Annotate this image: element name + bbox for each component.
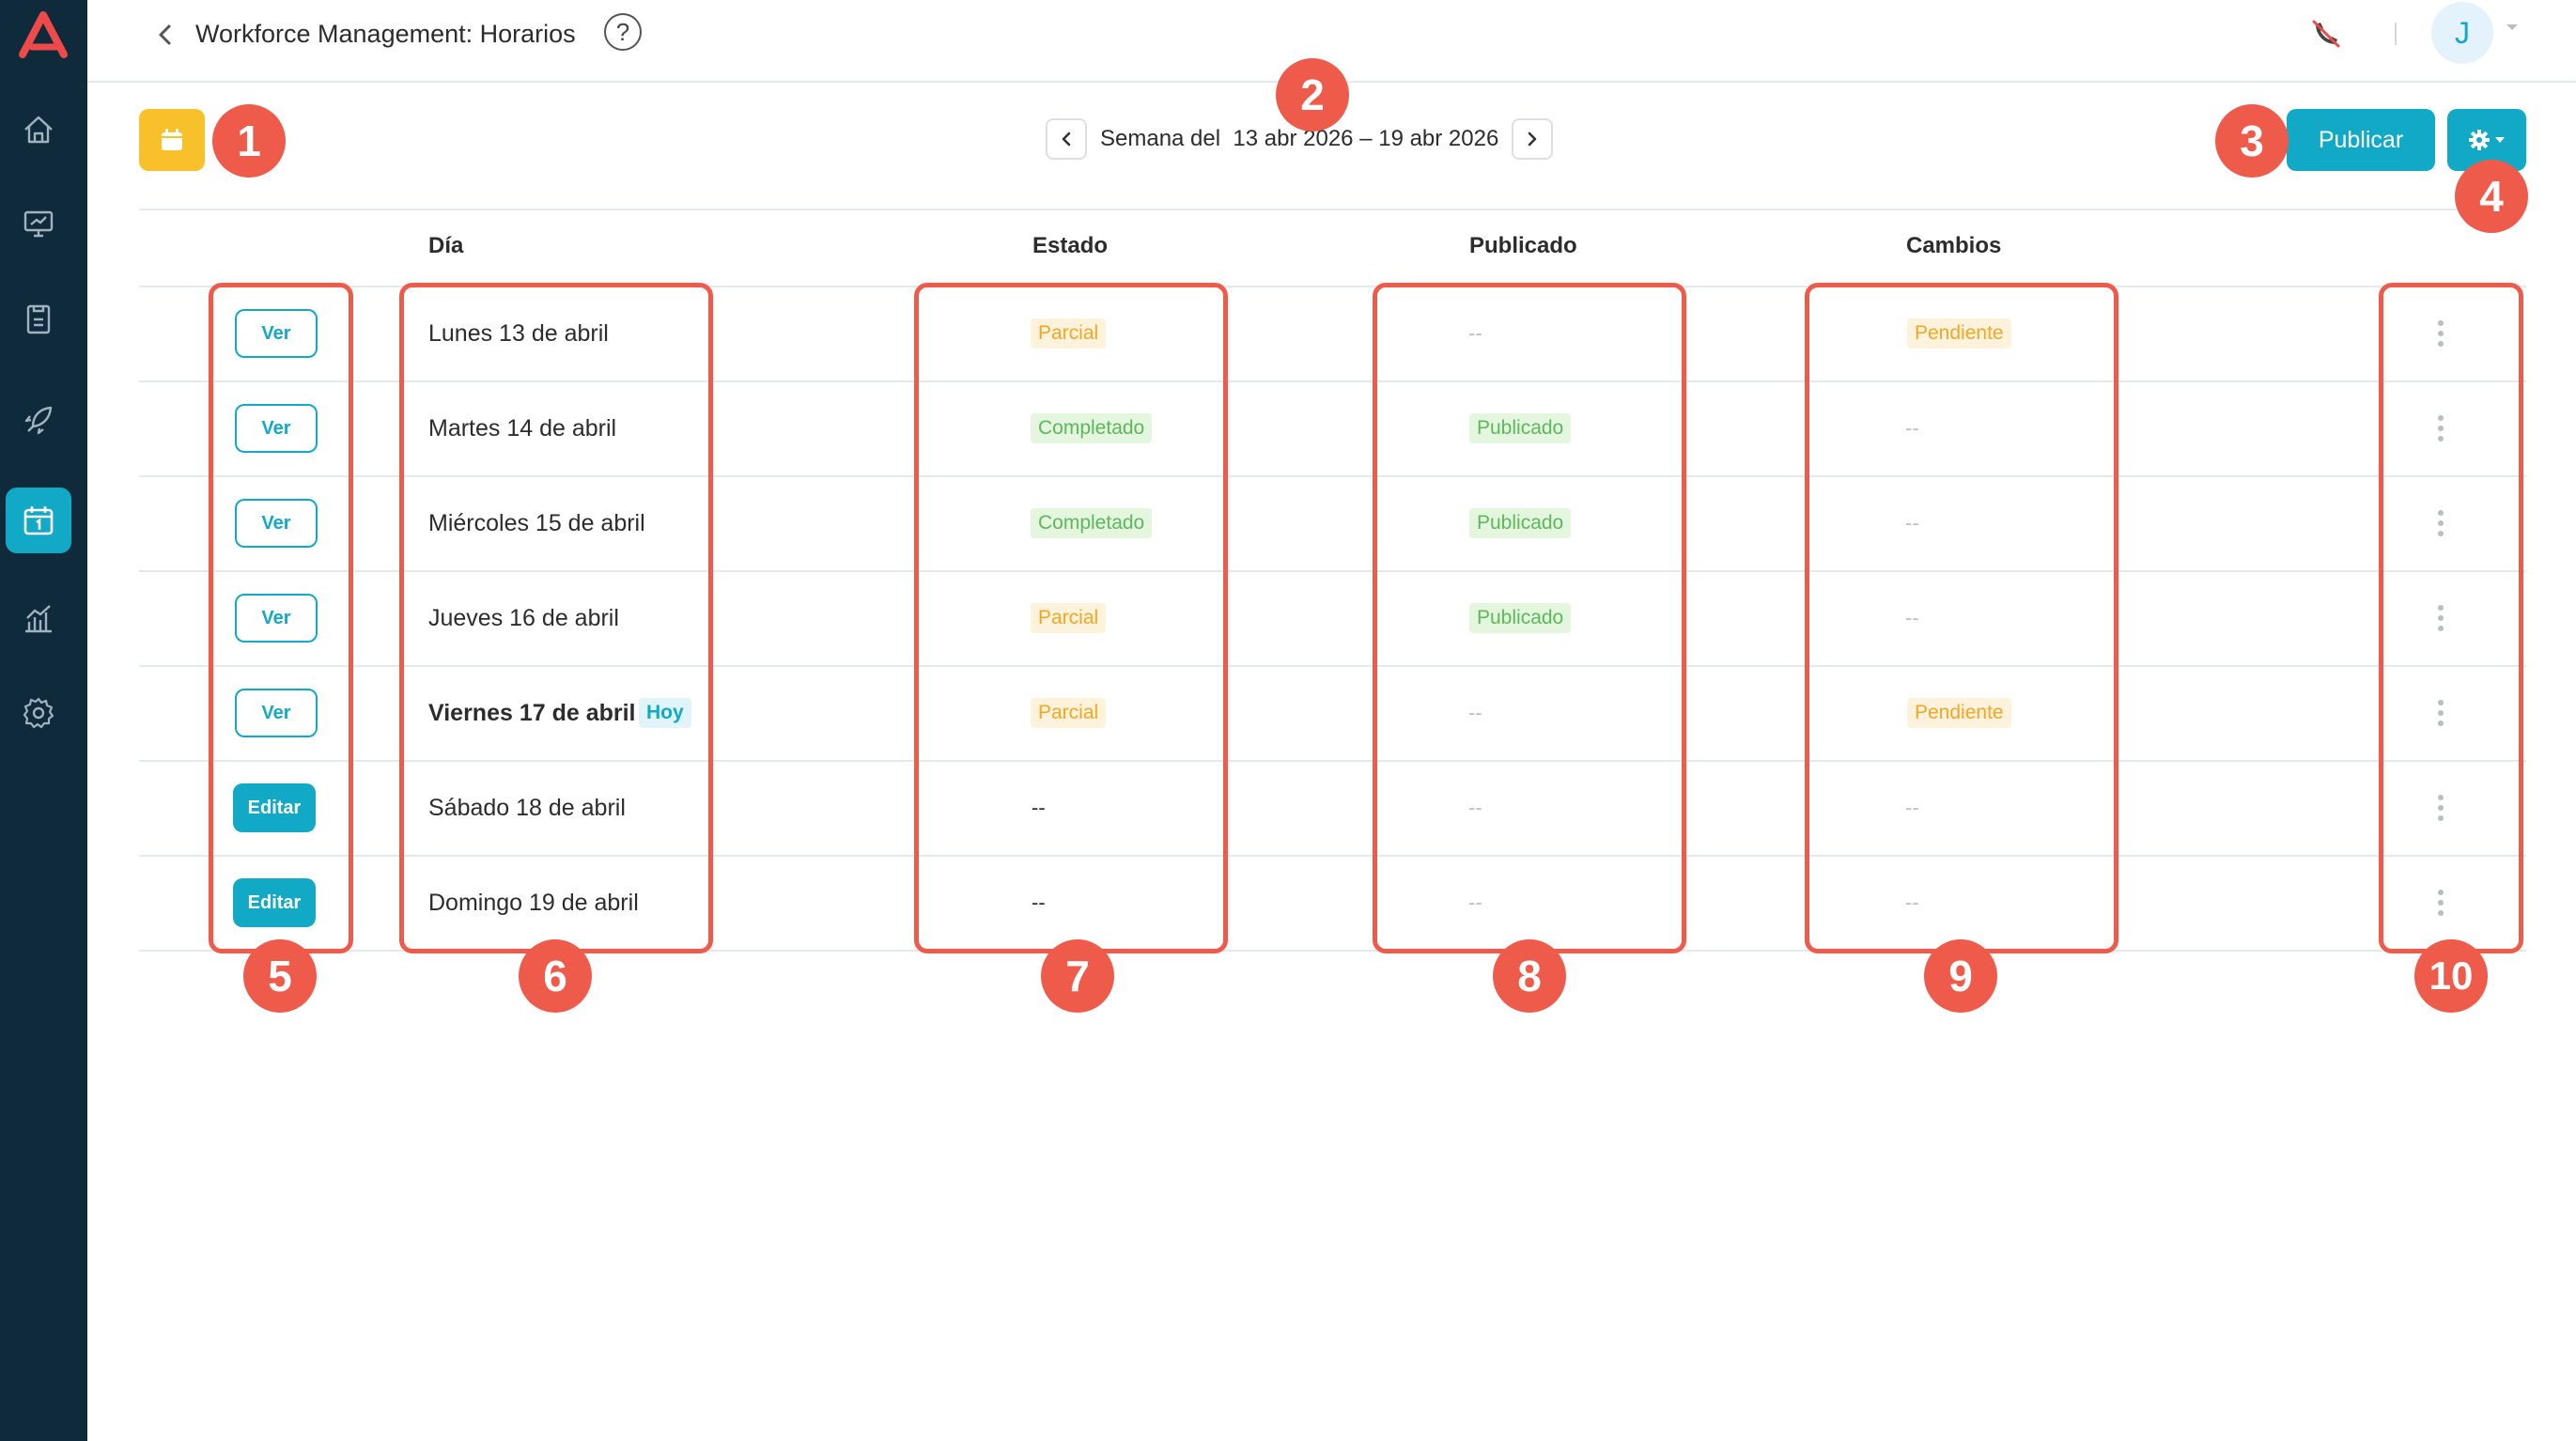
- annotation-marker-9: 9: [1924, 939, 1997, 1013]
- annotation-marker-3: 3: [2215, 104, 2289, 178]
- annotation-marker-10: 10: [2414, 939, 2488, 1013]
- page-title: Workforce Management: Horarios: [195, 20, 576, 48]
- annotation-marker-7: 7: [1041, 939, 1114, 1013]
- previous-week-button[interactable]: [1046, 118, 1087, 160]
- annotation-marker-4: 4: [2455, 160, 2528, 233]
- chevron-left-icon: [1062, 132, 1071, 147]
- annotation-marker-6: 6: [519, 939, 592, 1013]
- highlight-day-column: [399, 283, 713, 953]
- column-header-status: Estado: [1032, 233, 1109, 258]
- week-range-label: Semana del 13 abr 2026 – 19 abr 2026: [1100, 126, 1499, 151]
- calendar-icon: [162, 129, 182, 150]
- settings-icon[interactable]: [6, 680, 71, 746]
- column-header-published: Publicado: [1469, 233, 1577, 258]
- column-header-changes: Cambios: [1906, 233, 2002, 258]
- back-arrow-icon[interactable]: [151, 21, 179, 49]
- help-icon[interactable]: ?: [604, 13, 642, 51]
- analytics-icon[interactable]: [6, 585, 71, 651]
- highlight-action-column: [209, 283, 353, 953]
- annotation-marker-2: 2: [1276, 58, 1349, 132]
- chevron-down-icon[interactable]: [2504, 21, 2521, 34]
- column-header-day: Día: [428, 233, 464, 258]
- phone-off-icon[interactable]: [2308, 16, 2344, 52]
- table-top-border: [139, 209, 2526, 210]
- next-week-button[interactable]: [1512, 118, 1554, 160]
- annotation-marker-5: 5: [243, 939, 317, 1013]
- sidebar: [0, 0, 87, 1441]
- logo-icon[interactable]: [13, 8, 73, 64]
- monitor-icon[interactable]: [6, 191, 71, 256]
- highlight-menu-column: [2379, 283, 2523, 953]
- chevron-right-icon: [1529, 132, 1537, 147]
- calendar-icon[interactable]: [6, 488, 71, 553]
- highlight-status-column: [914, 283, 1228, 953]
- home-icon[interactable]: [6, 97, 71, 163]
- rocket-icon[interactable]: [6, 388, 71, 454]
- header-divider: [2395, 23, 2397, 45]
- highlight-changes-column: [1805, 283, 2118, 953]
- annotation-marker-8: 8: [1493, 939, 1566, 1013]
- avatar[interactable]: J: [2431, 2, 2493, 64]
- document-icon[interactable]: [6, 287, 71, 352]
- publish-button[interactable]: Publicar: [2287, 109, 2435, 171]
- highlight-published-column: [1373, 283, 1686, 953]
- gear-icon: [2469, 130, 2505, 150]
- annotation-marker-1: 1: [212, 104, 286, 178]
- calendar-button[interactable]: [139, 109, 205, 171]
